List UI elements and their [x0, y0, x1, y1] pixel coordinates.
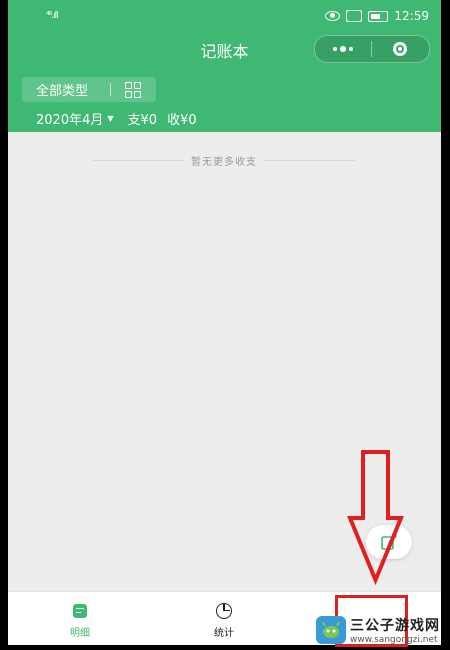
income-total: 收¥0 [167, 113, 197, 128]
divider-left [93, 160, 183, 161]
type-filter-button[interactable]: 全部类型 [22, 77, 156, 102]
site-watermark: 三公子游戏网 www.sangongzi.net [316, 613, 448, 647]
type-filter-label: 全部类型 [36, 84, 89, 99]
detail-list-icon [73, 603, 87, 618]
watermark-name: 三公子游戏网 [350, 618, 440, 634]
eye-icon [325, 11, 341, 21]
watermark-url: www.sangongzi.net [350, 635, 438, 645]
tab-detail[interactable]: 明细 [8, 592, 152, 645]
status-time: 12:59 [394, 9, 429, 23]
empty-state-text: 暂无更多收支 [191, 157, 257, 168]
arrow-down-annotation-icon [347, 450, 404, 586]
close-miniprogram-icon[interactable] [372, 36, 428, 62]
month-picker[interactable]: 2020年4月 [36, 109, 103, 128]
miniprogram-capsule [314, 35, 430, 63]
pie-chart-icon [216, 602, 232, 619]
more-icon[interactable] [315, 36, 371, 62]
status-bar: ⁴⁶.ıll 12:59 [8, 8, 441, 26]
empty-state: 暂无更多收支 [93, 153, 355, 168]
status-icons: 12:59 [325, 9, 429, 23]
tab-statistics[interactable]: 统计 [152, 592, 296, 645]
vibrate-icon [346, 10, 363, 22]
filter-divider [110, 83, 111, 96]
tab-statistics-label: 统计 [214, 627, 234, 639]
watermark-logo-icon [316, 616, 346, 644]
app-header: ⁴⁶.ıll 12:59 记账本 全部类型 2020年4月 ▼ 支¥0 收¥0 [8, 0, 441, 132]
signal-icon: ⁴⁶.ıll [46, 11, 59, 21]
summary-row: 2020年4月 ▼ 支¥0 收¥0 [36, 109, 207, 128]
battery-icon [368, 10, 389, 22]
tab-detail-label: 明细 [70, 627, 90, 639]
divider-right [265, 160, 355, 161]
expense-total: 支¥0 [127, 113, 158, 128]
grid-icon [125, 81, 141, 98]
caret-down-icon[interactable]: ▼ [107, 114, 113, 123]
